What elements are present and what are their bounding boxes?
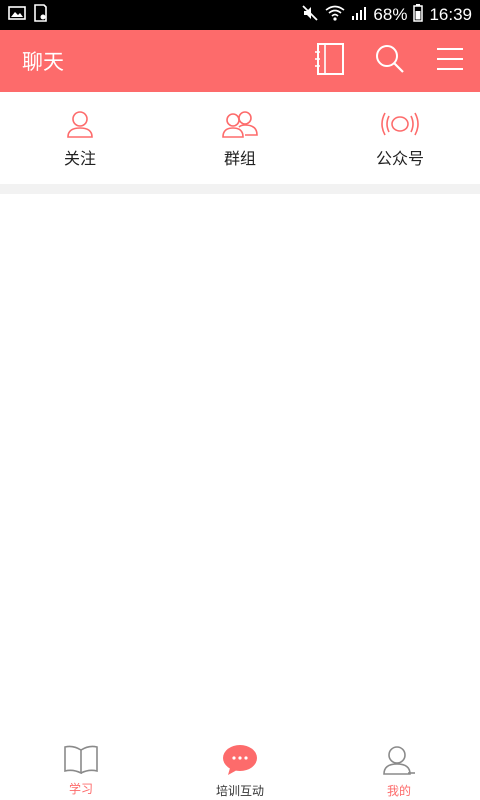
- chat-bubble-icon: [222, 744, 258, 780]
- battery-icon: [413, 3, 424, 27]
- page-title: 聊天: [22, 50, 64, 74]
- contacts-book-icon: [314, 42, 346, 80]
- chat-list: [0, 194, 480, 742]
- search-icon: [374, 43, 406, 79]
- bottom-nav: 学习 培训互动 我的: [0, 742, 480, 800]
- tab-groups[interactable]: 群组: [170, 107, 310, 169]
- nav-me-label: 我的: [386, 784, 411, 798]
- person-icon: [65, 107, 95, 141]
- image-icon: [8, 5, 26, 26]
- profile-icon: [382, 744, 416, 780]
- search-button[interactable]: [370, 41, 410, 81]
- group-icon: [221, 107, 259, 141]
- broadcast-icon: [381, 107, 419, 141]
- signal-icon: [351, 5, 367, 26]
- section-divider: [0, 184, 480, 194]
- nav-training[interactable]: 培训互动: [175, 742, 305, 800]
- menu-button[interactable]: [430, 41, 470, 81]
- app-bar: 聊天: [0, 30, 480, 92]
- nav-training-label: 培训互动: [215, 784, 264, 798]
- status-bar: 68% 16:39: [0, 0, 480, 30]
- tab-official-accounts-label: 公众号: [375, 149, 424, 168]
- tab-follow-label: 关注: [63, 149, 96, 168]
- book-icon: [63, 744, 99, 778]
- battery-percent: 68%: [373, 5, 408, 24]
- sd-card-icon: [32, 3, 48, 27]
- tab-official-accounts[interactable]: 公众号: [330, 107, 470, 169]
- mute-icon: [301, 4, 319, 27]
- tab-follow[interactable]: 关注: [10, 107, 150, 169]
- nav-study-label: 学习: [68, 782, 93, 796]
- clock: 16:39: [429, 5, 472, 24]
- menu-icon: [435, 46, 465, 76]
- nav-me[interactable]: 我的: [334, 742, 464, 800]
- contacts-button[interactable]: [310, 41, 350, 81]
- quick-tabs: 关注 群组 公众号: [0, 92, 480, 184]
- wifi-icon: [325, 5, 345, 26]
- tab-groups-label: 群组: [223, 149, 256, 168]
- nav-study[interactable]: 学习: [16, 742, 146, 800]
